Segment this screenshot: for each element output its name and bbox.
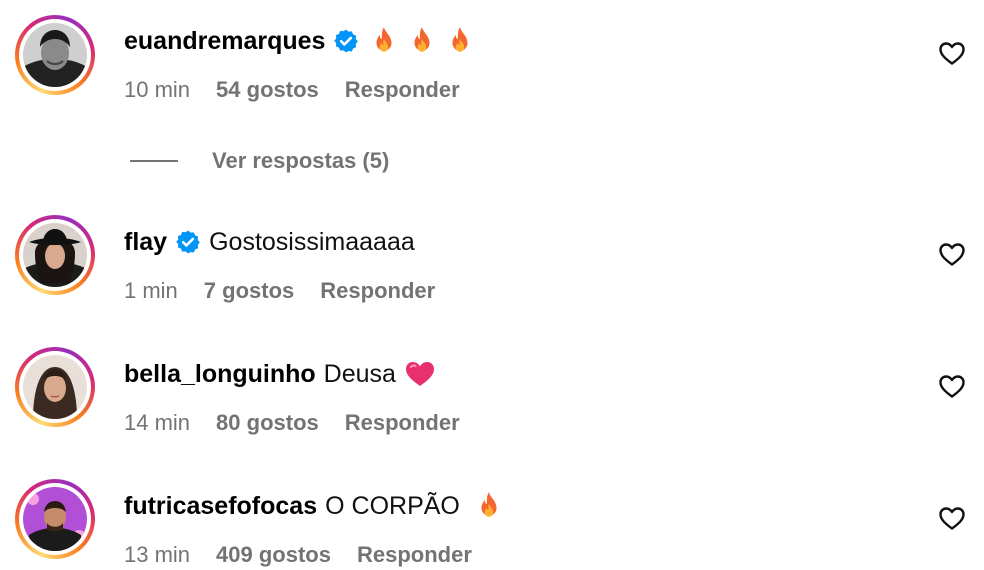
verified-badge-icon (333, 28, 359, 54)
comment-text: Gostosissimaaaaa (209, 227, 415, 256)
avatar-image (23, 355, 87, 419)
reply-button[interactable]: Responder (320, 278, 435, 304)
comment-likes-count[interactable]: 80 gostos (216, 410, 319, 436)
comment-likes-count[interactable]: 409 gostos (216, 542, 331, 568)
comment-time: 10 min (124, 77, 191, 102)
like-heart-icon[interactable] (938, 373, 966, 399)
avatar[interactable] (15, 347, 95, 427)
comment-likes-count[interactable]: 7 gostos (204, 278, 294, 304)
avatar[interactable] (15, 15, 95, 95)
reply-button[interactable]: Responder (345, 77, 460, 103)
avatar[interactable] (15, 215, 95, 295)
reply-button[interactable]: Responder (357, 542, 472, 568)
comment-username[interactable]: euandremarques (124, 27, 325, 56)
pink-heart-icon (404, 360, 436, 388)
replies-divider-line (130, 160, 178, 162)
comment-username[interactable]: flay (124, 228, 167, 257)
fire-icon (447, 26, 473, 56)
comment-time: 14 min (124, 410, 191, 435)
comment-likes-count[interactable]: 54 gostos (216, 77, 319, 103)
avatar-image (23, 487, 87, 551)
comment-time: 1 min (124, 278, 178, 303)
comment-time: 13 min (124, 542, 191, 567)
view-replies-label: Ver respostas (5) (212, 148, 390, 173)
avatar[interactable] (15, 479, 95, 559)
avatar-image (23, 223, 87, 287)
comment-text: Deusa (323, 359, 396, 388)
view-replies-button[interactable]: Ver respostas (5) (130, 146, 389, 176)
fire-icon (476, 491, 502, 521)
like-heart-icon[interactable] (938, 40, 966, 66)
fire-icon (371, 26, 397, 56)
comment-text: O CORPÃO (325, 491, 460, 520)
verified-badge-icon (175, 229, 201, 255)
reply-button[interactable]: Responder (345, 410, 460, 436)
comment-username[interactable]: bella_longuinho (124, 360, 316, 389)
like-heart-icon[interactable] (938, 505, 966, 531)
comment-username[interactable]: futricasefofocas (124, 492, 317, 521)
avatar-image (23, 23, 87, 87)
fire-icon (409, 26, 435, 56)
like-heart-icon[interactable] (938, 241, 966, 267)
